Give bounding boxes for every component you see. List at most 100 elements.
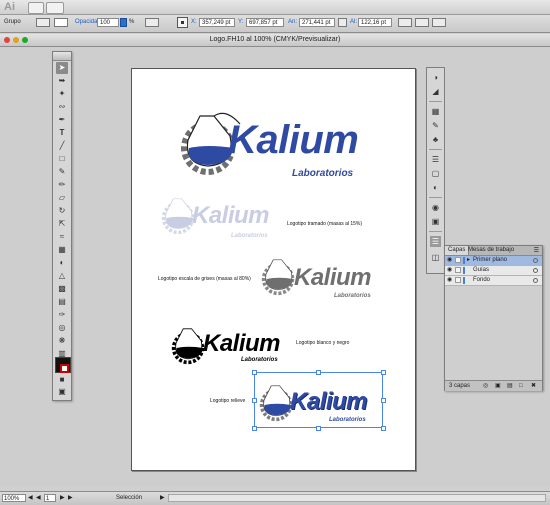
locate-object-icon[interactable]: ◎ <box>483 381 488 391</box>
warp-tool-icon[interactable]: ≈ <box>56 231 68 243</box>
brushes-panel-icon[interactable]: ✎ <box>430 120 441 131</box>
mesh-tool-icon[interactable]: ▩ <box>56 283 68 295</box>
swatches-panel-icon[interactable]: ▦ <box>430 106 441 117</box>
zoom-field[interactable]: 100% <box>2 494 26 502</box>
bridge-button[interactable] <box>28 2 44 14</box>
symbol-sprayer-tool-icon[interactable]: ❋ <box>56 335 68 347</box>
direct-selection-tool-icon[interactable]: ➥ <box>56 75 68 87</box>
reference-point-icon[interactable] <box>177 17 188 28</box>
visibility-eye-icon[interactable]: ◉ <box>447 277 453 283</box>
rotate-tool-icon[interactable]: ↻ <box>56 205 68 217</box>
artboard-number-field[interactable]: 1 <box>44 494 56 502</box>
fill-swatch[interactable] <box>36 18 50 27</box>
layers-panel-icon[interactable]: ☰ <box>430 236 441 247</box>
target-icon[interactable] <box>533 278 538 283</box>
selection-tool-icon[interactable]: ➤ <box>56 62 68 74</box>
opacity-field[interactable]: 100 <box>97 18 119 27</box>
appearance-panel-icon[interactable]: ◉ <box>430 202 441 213</box>
previous-artboard-icon[interactable]: ◀ <box>36 494 41 501</box>
resize-handle-se[interactable] <box>381 426 386 431</box>
transform-button[interactable] <box>398 18 412 27</box>
stroke-color-icon[interactable] <box>60 364 69 373</box>
height-field[interactable]: 122,16 pt <box>358 18 392 27</box>
panel-menu-icon[interactable]: ☰ <box>534 247 539 254</box>
shape-builder-tool-icon[interactable]: ◐ <box>56 257 68 269</box>
y-field[interactable]: 697,857 pt <box>246 18 284 27</box>
horizontal-scrollbar[interactable] <box>168 494 546 502</box>
scale-tool-icon[interactable]: ⇱ <box>56 218 68 230</box>
close-window-button[interactable] <box>4 37 10 43</box>
rectangle-tool-icon[interactable]: □ <box>56 153 68 165</box>
selection-bounding-box[interactable] <box>254 372 383 428</box>
panel-dock: ◑ ◢ ▦ ✎ ♣ ☰ ▢ ◐ ◉ ▣ ☰ ◫ <box>426 67 445 274</box>
symbols-panel-icon[interactable]: ♣ <box>430 134 441 145</box>
isolate-group-button[interactable] <box>415 18 429 27</box>
lock-toggle[interactable] <box>455 267 461 273</box>
new-sublayer-icon[interactable]: ▤ <box>507 381 513 391</box>
control-bar: Grupo Opacidad: 100 % X: 357,249 pt Y: 6… <box>0 15 550 33</box>
resize-handle-w[interactable] <box>252 398 257 403</box>
resize-handle-e[interactable] <box>381 398 386 403</box>
blend-tool-icon[interactable]: ◎ <box>56 322 68 334</box>
visibility-eye-icon[interactable]: ◉ <box>447 257 453 263</box>
expand-triangle-icon[interactable]: ▸ <box>467 256 470 265</box>
delete-layer-icon[interactable]: ✖ <box>531 381 536 391</box>
width-field[interactable]: 271,441 pt <box>299 18 335 27</box>
gradient-panel-icon[interactable]: ▢ <box>430 168 441 179</box>
minimize-window-button[interactable] <box>13 37 19 43</box>
graphic-styles-panel-icon[interactable]: ▣ <box>430 216 441 227</box>
resize-handle-s[interactable] <box>316 426 321 431</box>
pen-tool-icon[interactable]: ✒ <box>56 114 68 126</box>
layer-row-fondo[interactable]: ◉ Fondo <box>445 276 542 286</box>
color-guide-panel-icon[interactable]: ◢ <box>430 86 441 97</box>
layer-row-primer-plano[interactable]: ◉ ▸ Primer plano <box>445 256 542 266</box>
tools-panel-grip[interactable] <box>53 52 71 61</box>
next-artboard-icon[interactable]: ▶ <box>60 494 65 501</box>
resize-handle-n[interactable] <box>316 370 321 375</box>
lasso-tool-icon[interactable]: ∾ <box>56 101 68 113</box>
first-artboard-icon[interactable]: ◀ <box>28 494 33 501</box>
clipping-mask-icon[interactable]: ▣ <box>495 381 501 391</box>
target-icon[interactable] <box>533 258 538 263</box>
caption-tramado: Logotipo tramado (masas al 15%) <box>287 221 363 227</box>
artboards-panel-icon[interactable]: ◫ <box>430 252 441 263</box>
stroke-panel-icon[interactable]: ☰ <box>430 154 441 165</box>
eraser-tool-icon[interactable]: ▱ <box>56 192 68 204</box>
dock-separator <box>429 231 442 232</box>
last-artboard-icon[interactable]: ▶ <box>68 494 73 501</box>
color-panel-icon[interactable]: ◑ <box>430 72 441 83</box>
arrange-documents-button[interactable] <box>46 2 64 14</box>
resize-handle-ne[interactable] <box>381 370 386 375</box>
layer-row-guias[interactable]: ◉ Guías <box>445 266 542 276</box>
lock-toggle[interactable] <box>455 277 461 283</box>
x-field[interactable]: 357,249 pt <box>199 18 235 27</box>
tab-artboards[interactable]: Mesas de trabajo <box>465 246 517 255</box>
visibility-eye-icon[interactable]: ◉ <box>447 267 453 273</box>
opacity-dropdown-icon[interactable] <box>120 18 127 27</box>
paintbrush-tool-icon[interactable]: ✎ <box>56 166 68 178</box>
gradient-tool-icon[interactable]: ▤ <box>56 296 68 308</box>
target-icon[interactable] <box>533 268 538 273</box>
type-tool-icon[interactable]: T <box>56 127 68 139</box>
line-tool-icon[interactable]: ╱ <box>56 140 68 152</box>
stroke-swatch[interactable] <box>54 18 68 27</box>
color-mode-icon[interactable]: ■ <box>56 374 68 386</box>
screen-mode-icon[interactable]: ▣ <box>56 386 68 398</box>
resize-handle-nw[interactable] <box>252 370 257 375</box>
panel-menu-button[interactable] <box>432 18 446 27</box>
resize-handle-sw[interactable] <box>252 426 257 431</box>
free-transform-tool-icon[interactable]: ▦ <box>56 244 68 256</box>
eyedropper-tool-icon[interactable]: ✑ <box>56 309 68 321</box>
new-layer-icon[interactable]: □ <box>519 381 523 391</box>
lock-toggle[interactable] <box>455 257 461 263</box>
pencil-tool-icon[interactable]: ✏ <box>56 179 68 191</box>
magic-wand-tool-icon[interactable]: ✦ <box>56 88 68 100</box>
y-label: Y: <box>238 19 244 25</box>
constrain-proportions-icon[interactable] <box>338 18 347 27</box>
recolor-artwork-button[interactable] <box>145 18 159 27</box>
perspective-grid-tool-icon[interactable]: △ <box>56 270 68 282</box>
status-menu-icon[interactable]: ▶ <box>160 494 165 501</box>
transparency-panel-icon[interactable]: ◐ <box>430 182 441 193</box>
zoom-window-button[interactable] <box>22 37 28 43</box>
layer-name: Primer plano <box>473 257 508 263</box>
